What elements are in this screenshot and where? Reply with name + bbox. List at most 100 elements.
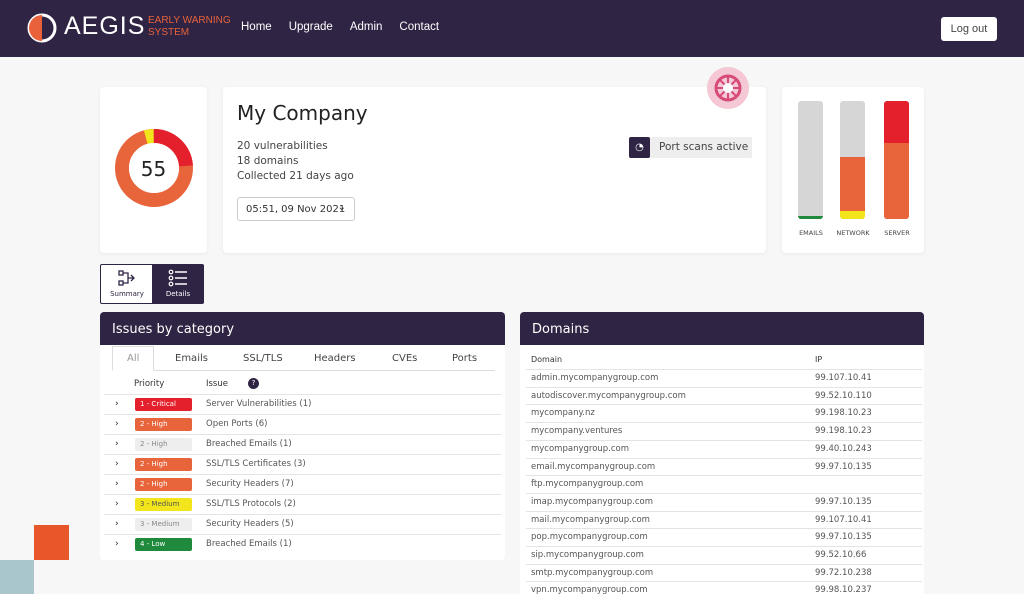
domain-ip: 99.40.10.243 [815,443,872,454]
domain-ip: 99.107.10.41 [815,373,872,383]
domain-row[interactable]: imap.mycompanygroup.com 99.97.10.135 [526,492,922,511]
nav-home-link[interactable]: Home [241,21,272,33]
issue-row[interactable]: › 2 - High Open Ports (6) [104,414,501,434]
expand-chevron-icon[interactable]: › [115,419,119,429]
nav-admin-link[interactable]: Admin [350,21,383,33]
tab-all[interactable]: All [127,353,139,364]
issue-row[interactable]: › 4 - Low Breached Emails (1) [104,534,501,554]
brand-tagline: EARLY WARNING SYSTEM [148,15,231,38]
domain-row[interactable]: vpn.mycompanygroup.com 99.98.10.237 [526,581,922,594]
domain-column-header: Domain [531,355,563,364]
domain-ip: 99.72.10.238 [815,567,872,578]
issue-row[interactable]: › 3 - Medium Security Headers (5) [104,514,501,534]
domain-ip: 99.98.10.237 [815,585,872,594]
main-nav: Home Upgrade Admin Contact [241,21,439,33]
server-bar [884,101,909,219]
issue-name: Open Ports (6) [206,419,268,429]
domain-name: email.mycompanygroup.com [531,461,656,472]
issue-row[interactable]: › 3 - Medium SSL/TLS Protocols (2) [104,494,501,514]
issue-name: Security Headers (5) [206,519,294,529]
expand-chevron-icon[interactable]: › [115,439,119,449]
score-card: 55 [100,87,207,253]
expand-chevron-icon[interactable]: › [115,479,119,489]
view-toggle: Summary Details [100,264,204,304]
domain-ip: 99.107.10.41 [815,514,872,525]
priority-badge: 2 - High [135,438,192,451]
brand-name: AEGIS [64,12,146,40]
tab-emails[interactable]: Emails [175,353,208,364]
nav-contact-link[interactable]: Contact [399,21,439,33]
top-navigation-bar: AEGIS EARLY WARNING SYSTEM Home Upgrade … [0,0,1024,57]
domain-row[interactable]: email.mycompanygroup.com 99.97.10.135 [526,457,922,476]
domain-ip: 99.198.10.23 [815,408,872,419]
radar-icon: ◔ [629,137,650,158]
details-label: Details [165,290,191,298]
domain-name: admin.mycompanygroup.com [531,373,659,383]
domain-name: pop.mycompanygroup.com [531,532,648,543]
issues-panel-title: Issues by category [100,312,505,345]
domain-ip: 99.97.10.135 [815,532,872,543]
summary-view-button[interactable]: Summary [101,265,153,303]
priority-badge: 2 - High [135,458,192,471]
tab-ports[interactable]: Ports [452,353,477,364]
details-view-button[interactable]: Details [152,265,204,303]
vulnerability-count: 20 vulnerabilities [237,140,328,152]
logout-button[interactable]: Log out [941,17,997,41]
priority-badge: 2 - High [135,418,192,431]
company-name: My Company [237,101,368,125]
domain-row[interactable]: pop.mycompanygroup.com 99.97.10.135 [526,528,922,546]
domain-name: mycompany.ventures [531,426,623,437]
priority-badge: 3 - Medium [135,518,192,531]
domain-name: mycompanygroup.com [531,443,630,454]
flowchart-icon [118,270,135,286]
issue-name: Security Headers (7) [206,479,294,489]
domain-row[interactable]: admin.mycompanygroup.com 99.107.10.41 [526,369,922,387]
network-bar-label: NETWORK [836,229,870,237]
expand-chevron-icon[interactable]: › [115,459,119,469]
issue-row[interactable]: › 2 - High SSL/TLS Certificates (3) [104,454,501,474]
score-value: 55 [140,157,167,181]
nav-upgrade-link[interactable]: Upgrade [289,21,333,33]
domain-name: vpn.mycompanygroup.com [531,585,648,594]
tab-cves[interactable]: CVEs [392,353,417,364]
issues-panel: Issues by category All Emails SSL/TLS He… [100,312,505,560]
server-bar-label: SERVER [884,229,910,237]
domain-name: mail.mycompanygroup.com [531,514,650,525]
domain-row[interactable]: mycompany.ventures 99.198.10.23 [526,422,922,440]
expand-chevron-icon[interactable]: › [115,519,119,529]
list-icon [168,269,187,287]
issue-name: Server Vulnerabilities (1) [206,399,312,409]
issue-row[interactable]: › 2 - High Breached Emails (1) [104,434,501,454]
domain-row[interactable]: mycompanygroup.com 99.40.10.243 [526,439,922,458]
domain-row[interactable]: sip.mycompanygroup.com 99.52.10.66 [526,546,922,564]
decorative-orange-square [34,525,69,560]
scan-date-select[interactable]: 05:51, 09 Nov 2021 ⌄ [237,197,355,221]
priority-badge: 3 - Medium [135,498,192,511]
issue-name: Breached Emails (1) [206,439,292,449]
help-icon[interactable]: ? [248,378,259,389]
domain-name: ftp.mycompanygroup.com [531,479,644,490]
tab-headers[interactable]: Headers [314,353,356,364]
domain-name: sip.mycompanygroup.com [531,550,644,560]
issue-row[interactable]: › 2 - High Security Headers (7) [104,474,501,494]
loading-spinner-icon [707,67,749,109]
domains-panel: Domains Domain IP admin.mycompanygroup.c… [520,312,924,594]
issue-row[interactable]: › 1 - Critical Server Vulnerabilities (1) [104,394,501,414]
tab-ssl-tls[interactable]: SSL/TLS [243,353,283,364]
domain-row[interactable]: mycompany.nz 99.198.10.23 [526,404,922,422]
priority-badge: 2 - High [135,478,192,491]
expand-chevron-icon[interactable]: › [115,399,119,409]
expand-chevron-icon[interactable]: › [115,499,119,509]
domain-ip: 99.97.10.135 [815,461,872,472]
domain-row[interactable]: smtp.mycompanygroup.com 99.72.10.238 [526,563,922,582]
expand-chevron-icon[interactable]: › [115,539,119,549]
chevron-down-icon: ⌄ [337,202,346,213]
domain-row[interactable]: mail.mycompanygroup.com 99.107.10.41 [526,510,922,529]
network-bar [840,101,865,219]
domain-ip: 99.52.10.110 [815,390,872,401]
issue-column-header: Issue [206,379,228,389]
domain-row[interactable]: ftp.mycompanygroup.com [526,475,922,493]
emails-bar [798,101,823,219]
domain-name: autodiscover.mycompanygroup.com [531,390,686,401]
domain-row[interactable]: autodiscover.mycompanygroup.com 99.52.10.… [526,386,922,405]
